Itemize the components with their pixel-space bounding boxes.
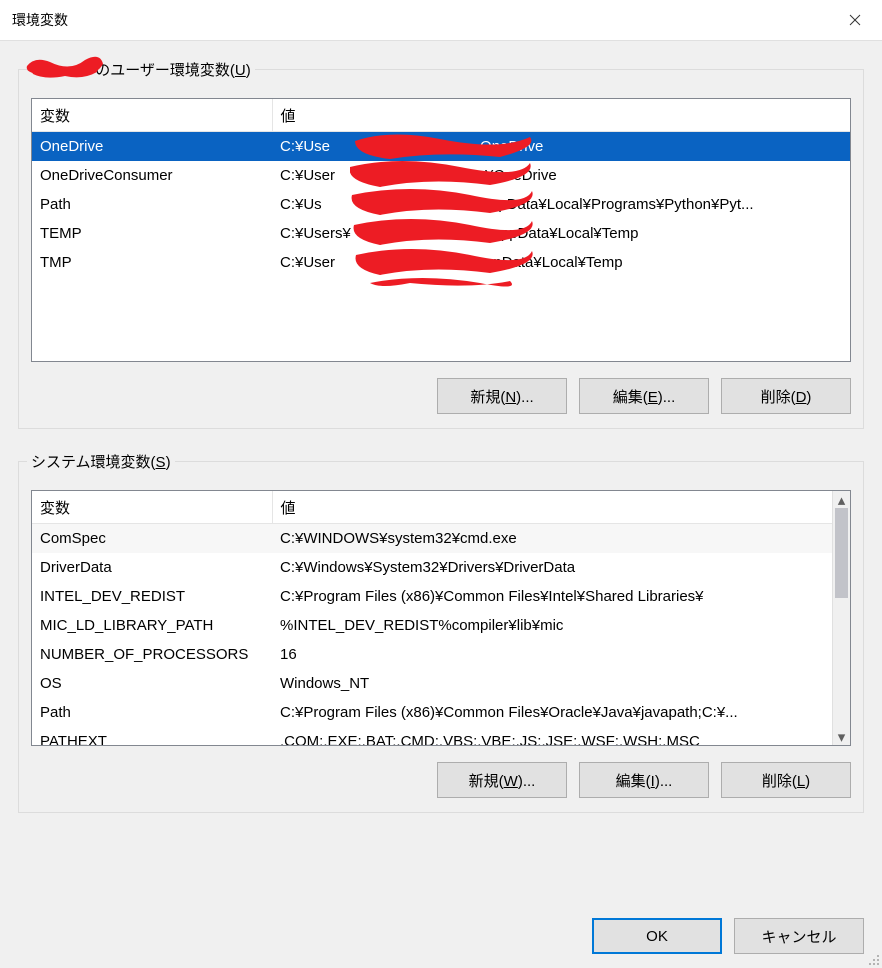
var-name-cell: TMP [32, 248, 272, 277]
var-value-cell: C:¥Users¥ppData¥Local¥Temp [272, 219, 850, 248]
var-name-cell: NUMBER_OF_PROCESSORS [32, 640, 272, 669]
system-variables-list[interactable]: 変数 値 ComSpecC:¥WINDOWS¥system32¥cmd.exeD… [31, 490, 851, 746]
table-row[interactable]: OneDriveC:¥UseOneDrive [32, 132, 850, 162]
table-row[interactable]: INTEL_DEV_REDISTC:¥Program Files (x86)¥C… [32, 582, 833, 611]
var-name-cell: Path [32, 698, 272, 727]
environment-variables-dialog: 環境変数 XXXXXX のユーザー環境変数(U) [0, 0, 882, 968]
scroll-thumb[interactable] [835, 508, 848, 598]
var-name-cell: MIC_LD_LIBRARY_PATH [32, 611, 272, 640]
table-row[interactable]: TMPC:¥UserppData¥Local¥Temp [32, 248, 850, 277]
table-row[interactable]: OSWindows_NT [32, 669, 833, 698]
user-edit-button[interactable]: 編集(E)... [579, 378, 709, 414]
var-value-cell: .COM;.EXE;.BAT;.CMD;.VBS;.VBE;.JS;.JSE;.… [272, 727, 833, 745]
table-row[interactable]: DriverDataC:¥Windows¥System32¥Drivers¥Dr… [32, 553, 833, 582]
table-row[interactable]: MIC_LD_LIBRARY_PATH%INTEL_DEV_REDIST%com… [32, 611, 833, 640]
system-variables-group: システム環境変数(S) 変数 値 ComSpecC:¥WINDOWS¥ [18, 451, 864, 813]
table-row[interactable]: PathC:¥Program Files (x86)¥Common Files¥… [32, 698, 833, 727]
user-new-button[interactable]: 新規(N)... [437, 378, 567, 414]
column-header-variable[interactable]: 変数 [32, 491, 272, 524]
var-name-cell: Path [32, 190, 272, 219]
scroll-up-icon[interactable]: ▴ [833, 491, 850, 508]
var-name-cell: DriverData [32, 553, 272, 582]
system-new-button[interactable]: 新規(W)... [437, 762, 567, 798]
table-row[interactable]: TEMPC:¥Users¥ppData¥Local¥Temp [32, 219, 850, 248]
dialog-footer: OK キャンセル [0, 912, 882, 968]
var-name-cell: INTEL_DEV_REDIST [32, 582, 272, 611]
system-buttons-row: 新規(W)... 編集(I)... 削除(L) [31, 762, 851, 798]
var-value-cell: C:¥UserppData¥Local¥Temp [272, 248, 850, 277]
var-value-cell: C:¥Program Files (x86)¥Common Files¥Inte… [272, 582, 833, 611]
var-value-cell: C:¥Program Files (x86)¥Common Files¥Orac… [272, 698, 833, 727]
var-value-cell: C:¥Us¥AppData¥Local¥Programs¥Python¥Pyt.… [272, 190, 850, 219]
var-name-cell: PATHEXT [32, 727, 272, 745]
user-delete-button[interactable]: 削除(D) [721, 378, 851, 414]
window-title: 環境変数 [12, 10, 832, 30]
var-value-cell: C:¥WINDOWS¥system32¥cmd.exe [272, 524, 833, 553]
var-name-cell: ComSpec [32, 524, 272, 553]
var-value-cell: Windows_NT [272, 669, 833, 698]
table-row[interactable]: OneDriveConsumerC:¥User¥OneDrive [32, 161, 850, 190]
table-row[interactable]: PATHEXT.COM;.EXE;.BAT;.CMD;.VBS;.VBE;.JS… [32, 727, 833, 745]
system-delete-button[interactable]: 削除(L) [721, 762, 851, 798]
var-value-cell: %INTEL_DEV_REDIST%compiler¥lib¥mic [272, 611, 833, 640]
cancel-button[interactable]: キャンセル [734, 918, 864, 954]
var-value-cell: C:¥User¥OneDrive [272, 161, 850, 190]
column-header-value[interactable]: 値 [272, 491, 850, 524]
redaction-scribble [25, 54, 105, 80]
var-value-cell: C:¥UseOneDrive [272, 132, 850, 162]
scrollbar[interactable]: ▴ ▾ [832, 491, 850, 745]
var-name-cell: OneDrive [32, 132, 272, 162]
column-header-value[interactable]: 値 [272, 99, 850, 132]
user-variables-legend: XXXXXX のユーザー環境変数(U) [27, 59, 255, 80]
user-variables-list[interactable]: 変数 値 OneDriveC:¥UseOneDriveOneDriveConsu… [31, 98, 851, 362]
column-header-variable[interactable]: 変数 [32, 99, 272, 132]
close-icon[interactable] [832, 5, 878, 35]
scroll-down-icon[interactable]: ▾ [833, 728, 850, 745]
titlebar: 環境変数 [0, 0, 882, 41]
table-row[interactable]: PathC:¥Us¥AppData¥Local¥Programs¥Python¥… [32, 190, 850, 219]
var-name-cell: OneDriveConsumer [32, 161, 272, 190]
resize-grip-icon[interactable] [866, 952, 880, 966]
var-value-cell: 16 [272, 640, 833, 669]
table-row[interactable]: NUMBER_OF_PROCESSORS16 [32, 640, 833, 669]
ok-button[interactable]: OK [592, 918, 722, 954]
user-buttons-row: 新規(N)... 編集(E)... 削除(D) [31, 378, 851, 414]
user-variables-group: XXXXXX のユーザー環境変数(U) 変数 値 OneDriveC:¥UseO… [18, 59, 864, 429]
system-variables-legend: システム環境変数(S) [27, 451, 175, 472]
dialog-content: XXXXXX のユーザー環境変数(U) 変数 値 OneDriveC:¥UseO… [0, 41, 882, 912]
var-name-cell: OS [32, 669, 272, 698]
system-edit-button[interactable]: 編集(I)... [579, 762, 709, 798]
var-name-cell: TEMP [32, 219, 272, 248]
table-row[interactable]: ComSpecC:¥WINDOWS¥system32¥cmd.exe [32, 524, 833, 553]
var-value-cell: C:¥Windows¥System32¥Drivers¥DriverData [272, 553, 833, 582]
